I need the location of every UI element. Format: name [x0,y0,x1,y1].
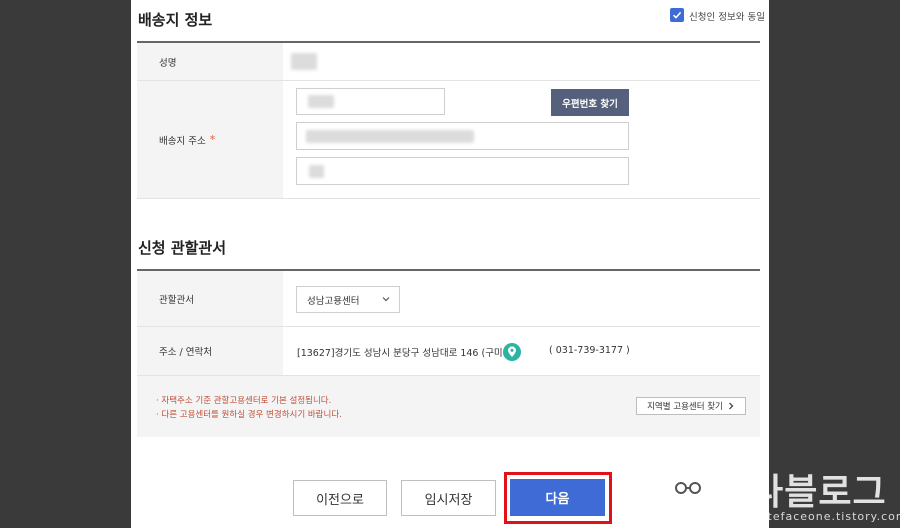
address-line1-input[interactable] [296,122,629,150]
name-value-redacted [291,53,317,70]
notice-line-1: · 자택주소 기준 관할고용센터로 기본 설정됩니다. [156,396,332,406]
backdrop-left [0,0,131,528]
office-label-cell: 관할관서 [137,271,283,326]
name-label: 성명 [159,57,177,69]
region-center-search-button[interactable]: 지역별 고용센터 찾기 [636,397,746,415]
temp-save-button[interactable]: 임시저장 [401,480,496,516]
next-button[interactable]: 다음 [510,479,605,516]
prev-button[interactable]: 이전으로 [293,480,387,516]
form-panel: 배송지 정보 신청인 정보와 동일 성명 배송지 주소 * 우편번호 찾기 신청… [131,0,769,528]
zipcode-value-redacted [308,95,334,108]
jurisdiction-section-title: 신청 관할관서 [138,239,227,257]
row-divider [137,198,760,199]
address-line2-input[interactable] [296,157,629,185]
address-label: 배송지 주소 [159,135,206,147]
notice-line-2: · 다른 고용센터를 원하실 경우 변경하시기 바랍니다. [156,410,342,420]
region-center-search-label: 지역별 고용센터 찾기 [647,402,723,412]
map-pin-icon [508,346,516,357]
same-as-applicant-checkbox[interactable] [670,8,684,22]
contact-label-cell: 주소 / 연락처 [137,327,283,375]
map-pin-button[interactable] [503,343,521,361]
watermark-text: 잼나블로그 [716,472,887,513]
required-mark: * [209,133,216,146]
office-label: 관할관서 [159,294,194,306]
name-label-cell: 성명 [137,43,283,80]
address-line1-redacted [306,130,474,143]
address-line2-redacted [309,165,324,178]
office-phone: ( 031-739-3177 ) [549,345,630,356]
check-icon [672,11,682,19]
shipping-section-title: 배송지 정보 [138,11,213,29]
same-as-applicant-label[interactable]: 신청인 정보와 동일 [689,9,765,23]
chevron-right-icon [728,402,734,410]
address-label-cell: 배송지 주소 * [137,81,283,198]
office-select-value: 성남고용센터 [307,295,360,307]
office-select[interactable]: 성남고용센터 [296,286,400,313]
watermark-face-icon [669,465,707,508]
chevron-down-icon [382,297,390,302]
watermark-url: www.whitefaceone.tistory.com [712,510,900,523]
backdrop-right [769,0,900,528]
zipcode-search-button[interactable]: 우편번호 찾기 [551,89,629,116]
zipcode-input[interactable] [296,88,445,115]
contact-label: 주소 / 연락처 [159,347,212,358]
office-address: [13627]경기도 성남시 분당구 성남대로 146 (구미동) [297,348,516,359]
